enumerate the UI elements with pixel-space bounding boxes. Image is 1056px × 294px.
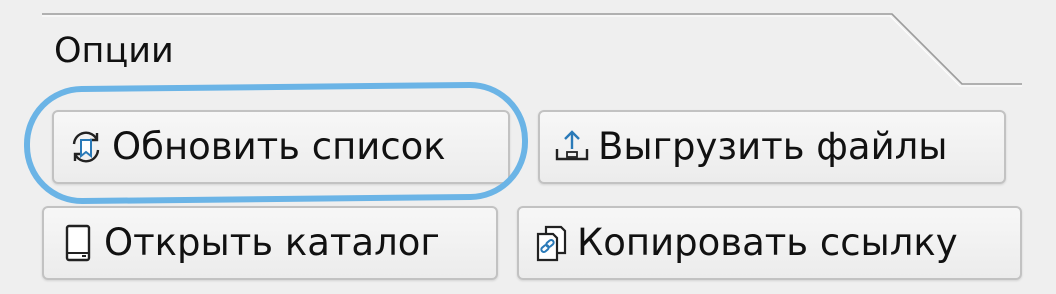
open-folder-button[interactable]: Открыть каталог <box>42 206 498 280</box>
copy-link-button[interactable]: Копировать ссылку <box>517 206 1022 280</box>
copy-link-icon <box>531 223 571 263</box>
drive-icon <box>58 223 98 263</box>
refresh-bookmark-icon <box>66 127 106 167</box>
options-group-title: Опции <box>54 31 174 71</box>
upload-files-button[interactable]: Выгрузить файлы <box>538 110 1006 184</box>
refresh-list-button[interactable]: Обновить список <box>52 110 510 184</box>
refresh-list-label: Обновить список <box>112 125 446 168</box>
upload-tray-icon <box>552 127 592 167</box>
copy-link-label: Копировать ссылку <box>577 221 958 264</box>
open-folder-label: Открыть каталог <box>104 221 440 264</box>
upload-files-label: Выгрузить файлы <box>598 125 948 168</box>
